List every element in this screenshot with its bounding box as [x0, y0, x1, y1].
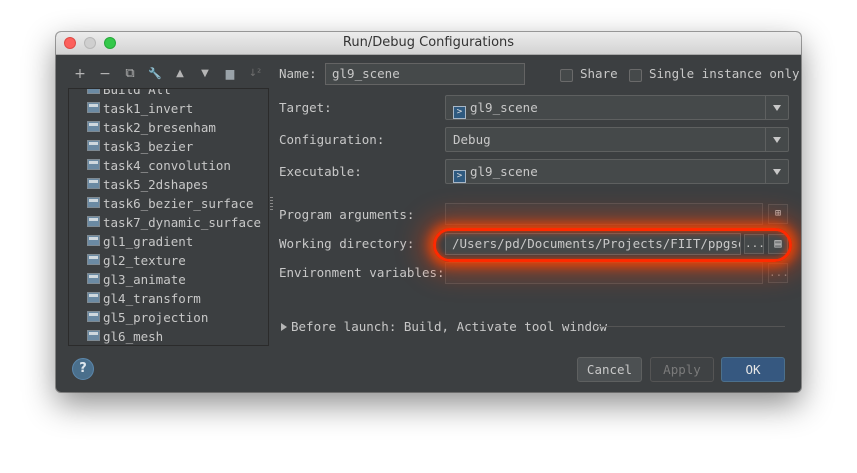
tree-item[interactable]: gl1_gradient — [87, 232, 193, 251]
highlight-annotation — [433, 228, 792, 262]
tree-item[interactable]: task6_bezier_surface — [87, 194, 254, 213]
cmake-config-icon — [87, 89, 100, 94]
program-arguments-input[interactable] — [445, 203, 763, 225]
cmake-config-icon — [87, 102, 100, 113]
move-down-icon[interactable]: ▼ — [197, 66, 213, 82]
environment-variables-label: Environment variables: — [279, 265, 445, 280]
help-icon[interactable]: ? — [72, 358, 94, 380]
name-label: Name: — [279, 66, 317, 81]
environment-variables-input[interactable] — [445, 262, 763, 284]
name-input[interactable]: gl9_scene — [325, 63, 525, 85]
folder-icon[interactable]: ▆ — [222, 66, 238, 82]
chevron-down-icon[interactable] — [765, 160, 788, 183]
panel-splitter[interactable] — [270, 197, 273, 211]
tree-item[interactable]: gl3_animate — [87, 270, 186, 289]
working-directory-label: Working directory: — [279, 236, 415, 251]
cmake-config-icon — [87, 178, 100, 189]
executable-value: gl9_scene — [470, 164, 538, 179]
copy-icon[interactable]: ⧉ — [122, 66, 138, 82]
tree-item[interactable]: task2_bresenham — [87, 118, 216, 137]
executable-select[interactable]: > gl9_scene — [445, 159, 789, 184]
edit-environment-button[interactable]: ... — [768, 263, 789, 283]
window-title: Run/Debug Configurations — [342, 35, 515, 50]
chevron-down-icon[interactable] — [765, 128, 788, 151]
executable-icon: > — [453, 106, 466, 119]
cmake-config-icon — [87, 273, 100, 284]
wrench-icon[interactable]: 🔧 — [147, 66, 163, 82]
share-checkbox[interactable] — [560, 69, 573, 82]
tree-item[interactable]: task1_invert — [87, 99, 193, 118]
expand-triangle-icon[interactable] — [281, 323, 287, 331]
add-icon[interactable]: + — [72, 66, 88, 82]
cmake-config-icon — [87, 197, 100, 208]
run-debug-dialog: Run/Debug Configurations + − ⧉ 🔧 ▲ ▼ ▆ ↓… — [56, 32, 801, 392]
cmake-config-icon — [87, 121, 100, 132]
cmake-config-icon — [87, 235, 100, 246]
tree-item[interactable]: task4_convolution — [87, 156, 231, 175]
cmake-config-icon — [87, 311, 100, 322]
target-label: Target: — [279, 100, 332, 115]
configuration-select[interactable]: Debug — [445, 127, 789, 152]
tree-item[interactable]: task7_dynamic_surface — [87, 213, 261, 232]
cmake-config-icon — [87, 254, 100, 265]
single-instance-checkbox[interactable] — [629, 69, 642, 82]
configuration-tree[interactable]: Build All task1_invert task2_bresenham t… — [68, 88, 269, 346]
single-instance-label: Single instance only — [649, 66, 800, 81]
cancel-button[interactable]: Cancel — [577, 357, 642, 382]
remove-icon[interactable]: − — [97, 66, 113, 82]
tree-item[interactable]: gl2_texture — [87, 251, 186, 270]
configuration-value: Debug — [453, 132, 491, 147]
target-select[interactable]: > gl9_scene — [445, 95, 789, 120]
zoom-window-button[interactable] — [104, 37, 116, 49]
chevron-down-icon[interactable] — [765, 96, 788, 119]
program-arguments-label: Program arguments: — [279, 207, 415, 222]
cmake-config-icon — [87, 216, 100, 227]
ok-button[interactable]: OK — [721, 357, 785, 382]
target-value: gl9_scene — [470, 100, 538, 115]
section-separator — [595, 326, 785, 327]
title-bar: Run/Debug Configurations — [56, 32, 801, 55]
tree-item[interactable]: task5_2dshapes — [87, 175, 208, 194]
tree-item[interactable]: task3_bezier — [87, 137, 193, 156]
tree-item[interactable]: gl4_transform — [87, 289, 201, 308]
cmake-config-icon — [87, 292, 100, 303]
move-up-icon[interactable]: ▲ — [172, 66, 188, 82]
tree-item[interactable]: gl5_projection — [87, 308, 208, 327]
configuration-label: Configuration: — [279, 132, 385, 147]
tree-item[interactable]: gl6_mesh — [87, 327, 163, 345]
executable-icon: > — [453, 170, 466, 183]
before-launch-label[interactable]: Before launch: Build, Activate tool wind… — [291, 319, 607, 334]
sort-icon[interactable]: ↓² — [247, 66, 263, 82]
share-label: Share — [580, 66, 618, 81]
cmake-config-icon — [87, 330, 100, 341]
minimize-window-button[interactable] — [84, 37, 96, 49]
cmake-config-icon — [87, 159, 100, 170]
cmake-config-icon — [87, 140, 100, 151]
tree-item[interactable]: Build All — [87, 89, 171, 99]
apply-button[interactable]: Apply — [650, 357, 714, 382]
close-window-button[interactable] — [64, 37, 76, 49]
executable-label: Executable: — [279, 164, 362, 179]
expand-field-icon[interactable]: ⊞ — [768, 204, 788, 224]
